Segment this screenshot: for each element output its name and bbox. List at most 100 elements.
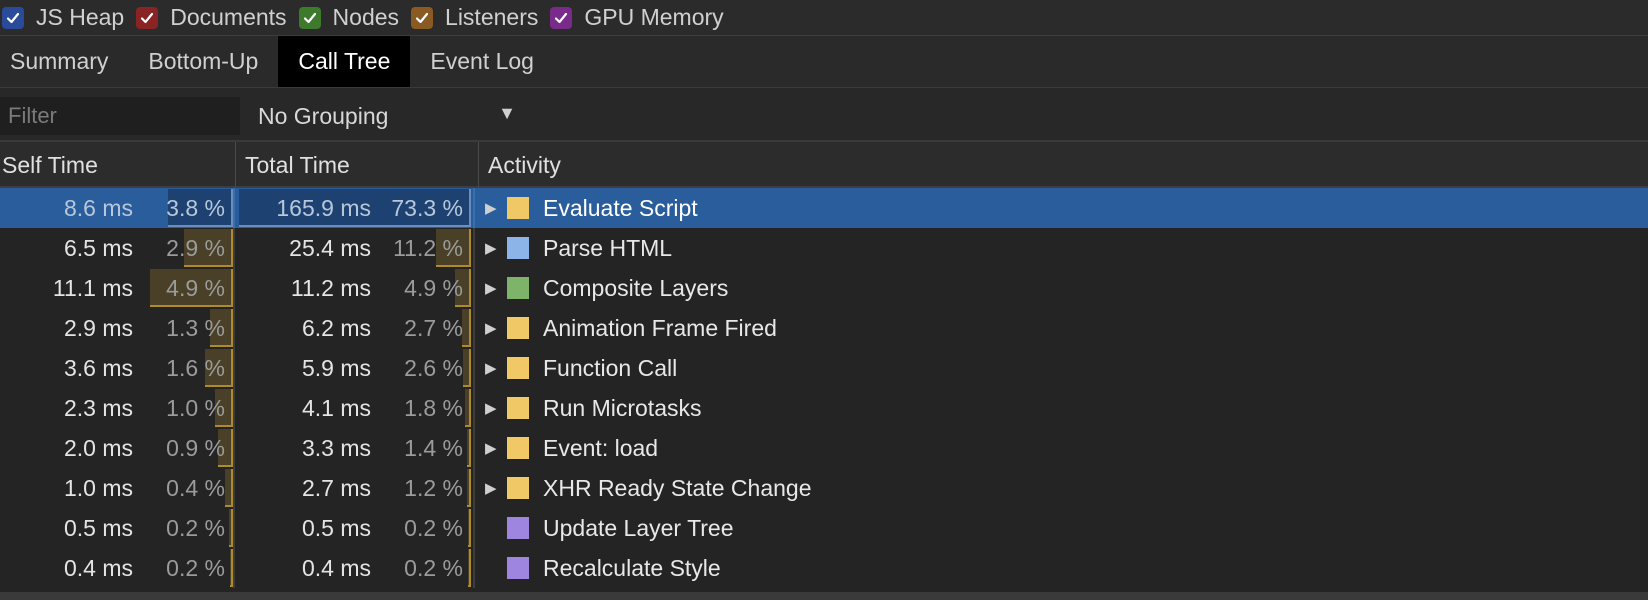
self-time-percent: 1.3 %: [166, 315, 225, 341]
counter-nodes[interactable]: Nodes: [298, 0, 400, 36]
total-time-percent: 73.3 %: [391, 195, 463, 221]
expand-triangle-icon[interactable]: ▶: [481, 479, 507, 497]
self-time-cell: 2.3 ms 1.0 %: [0, 388, 233, 428]
total-time-cell: 4.1 ms 1.8 %: [238, 388, 471, 428]
column-divider: [233, 308, 235, 348]
total-time-bar: [467, 469, 471, 507]
table-row[interactable]: 3.6 ms 1.6 % 5.9 ms 2.6 % ▶ Function Call: [0, 348, 1648, 388]
activity-header[interactable]: Activity: [479, 142, 561, 188]
counter-js-heap[interactable]: JS Heap: [2, 0, 124, 36]
table-row[interactable]: 2.0 ms 0.9 % 3.3 ms 1.4 % ▶ Event: load: [0, 428, 1648, 468]
self-time-ms: 2.3 ms: [63, 395, 133, 421]
total-time-percent: 0.2 %: [404, 555, 463, 581]
activity-cell: Update Layer Tree: [481, 508, 734, 548]
total-time-header[interactable]: Total Time: [236, 142, 479, 188]
tab-event-log[interactable]: Event Log: [410, 36, 554, 87]
counter-gpu-memory[interactable]: GPU Memory: [550, 0, 724, 36]
expand-triangle-icon[interactable]: ▶: [481, 279, 507, 297]
filter-input[interactable]: [0, 97, 240, 135]
category-color-swatch: [507, 557, 529, 579]
expand-triangle-icon[interactable]: ▶: [481, 319, 507, 337]
counter-listeners[interactable]: Listeners: [411, 0, 538, 36]
total-time-ms: 5.9 ms: [301, 355, 371, 381]
activity-name: Animation Frame Fired: [543, 314, 777, 341]
counter-label: Documents: [170, 4, 287, 30]
total-time-ms: 3.3 ms: [301, 435, 371, 461]
column-divider: [473, 428, 475, 468]
grouping-select[interactable]: No Grouping ▼: [248, 97, 520, 135]
checkbox-checked-icon[interactable]: [298, 6, 321, 29]
column-divider: [473, 228, 475, 268]
self-time-ms: 11.1 ms: [52, 275, 133, 301]
activity-cell: ▶ Function Call: [481, 348, 677, 388]
total-time-cell: 3.3 ms 1.4 %: [238, 428, 471, 468]
counter-label: Nodes: [332, 4, 400, 30]
expand-triangle-icon[interactable]: ▶: [481, 439, 507, 457]
table-row[interactable]: 2.3 ms 1.0 % 4.1 ms 1.8 % ▶ Run Microtasks: [0, 388, 1648, 428]
self-time-percent: 1.0 %: [166, 395, 225, 421]
category-color-swatch: [507, 277, 529, 299]
tab-bottom-up[interactable]: Bottom-Up: [148, 36, 278, 87]
chevron-down-icon: ▼: [498, 103, 516, 123]
category-color-swatch: [507, 517, 529, 539]
table-row[interactable]: 0.5 ms 0.2 % 0.5 ms 0.2 % Update Layer Tree: [0, 508, 1648, 548]
counter-documents[interactable]: Documents: [136, 0, 287, 36]
self-time-percent: 2.9 %: [166, 235, 225, 261]
table-row[interactable]: 1.0 ms 0.4 % 2.7 ms 1.2 % ▶ XHR Ready State C…: [0, 468, 1648, 508]
activity-cell: ▶ Animation Frame Fired: [481, 308, 777, 348]
checkbox-checked-icon[interactable]: [136, 6, 159, 29]
total-time-bar: [462, 309, 471, 347]
total-time-cell: 25.4 ms 11.2 %: [238, 228, 471, 268]
column-divider: [233, 468, 235, 508]
column-divider: [233, 548, 235, 588]
table-row[interactable]: 0.4 ms 0.2 % 0.4 ms 0.2 % Recalculate Style: [0, 548, 1648, 588]
self-time-cell: 2.9 ms 1.3 %: [0, 308, 233, 348]
activity-name: Parse HTML: [543, 234, 673, 261]
activity-cell: Recalculate Style: [481, 548, 721, 588]
self-time-ms: 0.5 ms: [63, 515, 133, 541]
table-row[interactable]: 6.5 ms 2.9 % 25.4 ms 11.2 % ▶ Parse HTML: [0, 228, 1648, 268]
column-divider: [233, 268, 235, 308]
expand-triangle-icon[interactable]: ▶: [481, 359, 507, 377]
total-time-ms: 25.4 ms: [289, 235, 371, 261]
category-color-swatch: [507, 397, 529, 419]
self-time-ms: 8.6 ms: [63, 195, 133, 221]
column-divider: [233, 348, 235, 388]
total-time-percent: 2.7 %: [404, 315, 463, 341]
table-row[interactable]: 11.1 ms 4.9 % 11.2 ms 4.9 % ▶ Composite Layer…: [0, 268, 1648, 308]
self-time-percent: 4.9 %: [166, 275, 225, 301]
checkbox-checked-icon[interactable]: [2, 6, 24, 29]
table-row[interactable]: 8.6 ms 3.8 % 165.9 ms 73.3 % ▶ Evaluate Scrip…: [0, 188, 1648, 228]
self-time-percent: 3.8 %: [166, 195, 225, 221]
category-color-swatch: [507, 357, 529, 379]
self-time-cell: 0.4 ms 0.2 %: [0, 548, 233, 588]
activity-name: Function Call: [543, 354, 678, 381]
activity-name: Evaluate Script: [543, 194, 698, 221]
checkbox-checked-icon[interactable]: [550, 6, 573, 29]
counter-label: GPU Memory: [584, 4, 724, 30]
filter-toolbar: No Grouping ▼: [0, 88, 1648, 142]
tab-call-tree[interactable]: Call Tree: [278, 36, 411, 87]
activity-cell: ▶ Parse HTML: [481, 228, 672, 268]
expand-triangle-icon[interactable]: ▶: [481, 239, 507, 257]
column-divider: [233, 428, 235, 468]
column-divider: [473, 308, 475, 348]
memory-counters-bar: JS Heap Documents Nodes Listeners GPU Memory: [0, 0, 1648, 36]
grouping-label: No Grouping: [258, 102, 389, 129]
total-time-bar: [468, 509, 471, 547]
checkbox-checked-icon[interactable]: [411, 6, 434, 29]
expand-triangle-icon[interactable]: ▶: [481, 399, 507, 417]
category-color-swatch: [507, 197, 529, 219]
table-row[interactable]: 2.9 ms 1.3 % 6.2 ms 2.7 % ▶ Animation Frame F…: [0, 308, 1648, 348]
counter-label: Listeners: [445, 4, 539, 30]
column-divider: [233, 508, 235, 548]
self-time-header[interactable]: Self Time: [0, 142, 236, 188]
activity-cell: ▶ Run Microtasks: [481, 388, 701, 428]
horizontal-scrollbar[interactable]: [0, 592, 1648, 600]
details-tabs: Summary Bottom-Up Call Tree Event Log: [0, 36, 1648, 88]
total-time-ms: 165.9 ms: [276, 195, 371, 221]
tab-summary[interactable]: Summary: [0, 36, 148, 87]
self-time-ms: 0.4 ms: [63, 555, 133, 581]
expand-triangle-icon[interactable]: ▶: [481, 199, 507, 217]
total-time-cell: 2.7 ms 1.2 %: [238, 468, 471, 508]
